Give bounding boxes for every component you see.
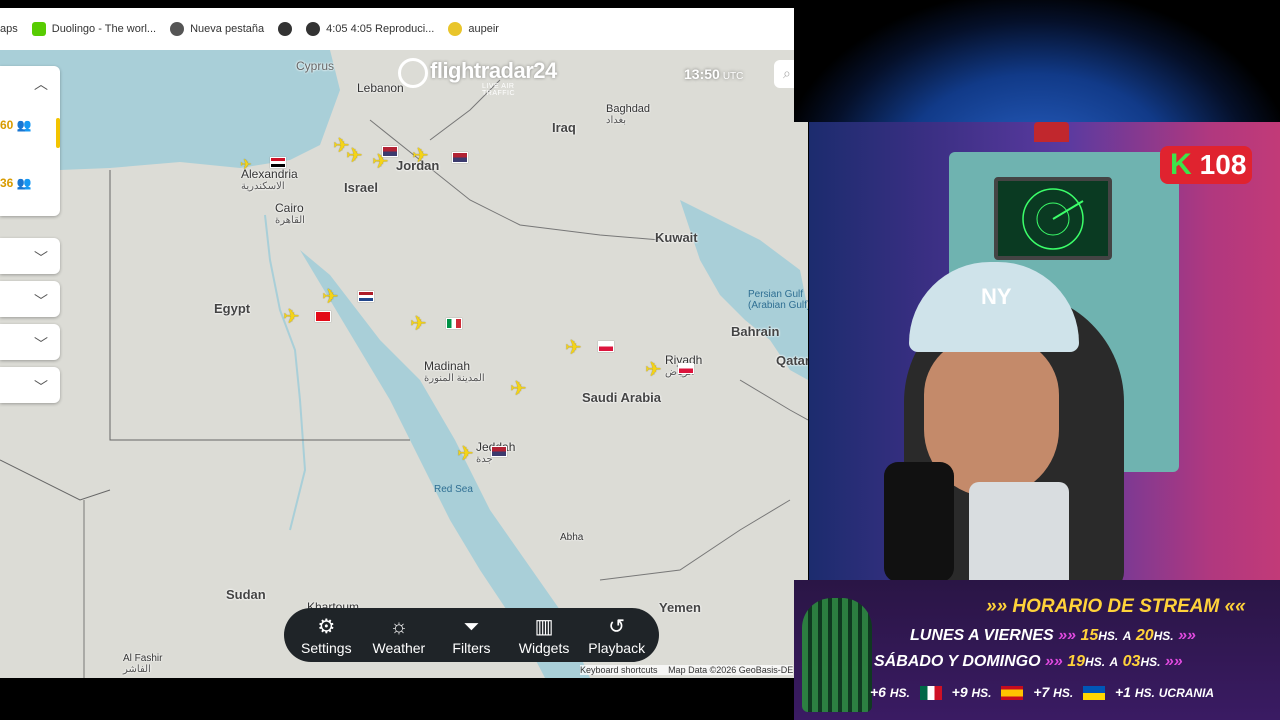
bookmark-new-tab[interactable]: Nueva pestaña	[170, 22, 264, 36]
microphone	[884, 462, 954, 580]
filters-button[interactable]: ⏷ Filters	[437, 614, 505, 656]
label-madinah: Madinah المدينة المنورة	[424, 359, 485, 384]
flight-list-panel: ︿ 60 👥 36 👥	[0, 66, 60, 216]
chrome-icon	[170, 22, 185, 36]
bookmark-aupeir[interactable]: aupeir	[448, 22, 499, 36]
plane-icon[interactable]: ✈	[240, 154, 252, 174]
label-qatar: Qatar	[776, 353, 808, 368]
label-saudi-arabia: Saudi Arabia	[582, 390, 661, 405]
duolingo-icon	[31, 22, 46, 36]
playback-button[interactable]: ↺ Playback	[583, 614, 651, 656]
plane-icon[interactable]: ✈	[346, 146, 363, 166]
globe-icon	[278, 22, 293, 36]
map-toolbar: ⚙ Settings ☼ Weather ⏷ Filters ▥ Widgets ↺ Pl…	[284, 608, 659, 662]
plane-icon[interactable]: ✈	[645, 360, 662, 380]
panel-section-1[interactable]: ﹀	[0, 238, 60, 274]
flag-egypt	[270, 157, 286, 168]
plane-icon[interactable]: ✈	[322, 287, 339, 307]
flag-poland	[678, 363, 694, 374]
label-bahrain: Bahrain	[731, 324, 780, 339]
bookmark-playback[interactable]: 4:05 4:05 Reproduci...	[306, 22, 434, 36]
trophy-decoration	[802, 598, 872, 712]
label-persian-gulf: Persian Gulf (Arabian Gulf)	[748, 289, 808, 311]
globe-icon	[306, 22, 321, 36]
label-cyprus: Cyprus	[296, 59, 335, 73]
bookmarks-bar: aps Duolingo - The worl... Nueva pestaña…	[0, 8, 794, 50]
widgets-icon: ▥	[534, 616, 554, 638]
flag-netherlands	[358, 291, 374, 302]
label-cairo: Cairo القاهرة	[275, 201, 305, 226]
bookmark-duolingo[interactable]: Duolingo - The worl...	[31, 22, 156, 36]
flightradar-logo[interactable]: flightradar24 LIVE AIR TRAFFIC	[398, 58, 557, 97]
plane-icon[interactable]: ✈	[565, 338, 582, 358]
panel-section-4[interactable]: ﹀	[0, 367, 60, 403]
plane-icon[interactable]: ✈	[410, 314, 427, 334]
map-attribution: Keyboard shortcuts Map Data ©2026 GeoBas…	[580, 665, 794, 675]
label-yemen: Yemen	[659, 600, 701, 615]
weather-button[interactable]: ☼ Weather	[365, 614, 433, 656]
tshirt	[969, 482, 1069, 580]
plane-icon[interactable]: ✈	[510, 379, 527, 399]
utc-clock: 13:50 UTC	[684, 66, 744, 82]
flight-map[interactable]: Cyprus Lebanon Baghdad بغداد Iraq Alexand…	[0, 50, 808, 678]
chevron-down-icon[interactable]: ﹀	[34, 291, 48, 311]
chevron-down-icon[interactable]: ﹀	[34, 377, 48, 397]
flight-count-2: 36 👥	[0, 176, 32, 190]
flag-usa	[382, 146, 398, 157]
chevron-up-icon[interactable]: ︿	[34, 74, 48, 94]
radar-screen	[994, 177, 1112, 260]
follower-badge: K 108	[1160, 146, 1252, 184]
flag-turkey	[315, 311, 331, 322]
plane-icon[interactable]: ✈	[412, 146, 429, 166]
label-kuwait: Kuwait	[655, 230, 698, 245]
bookmark-globe[interactable]	[278, 22, 298, 36]
flag-usa	[452, 152, 468, 163]
gear-icon: ⚙	[317, 616, 336, 638]
label-sudan: Sudan	[226, 587, 266, 602]
bookmark-apps[interactable]: aps	[0, 23, 18, 35]
aupeir-icon	[448, 22, 463, 36]
panel-section-2[interactable]: ﹀	[0, 281, 60, 317]
timezone-row: +6 HS. +9 HS. +7 HS. +1 HS. UCRANIA	[870, 684, 1215, 701]
flag-spain	[1001, 686, 1024, 701]
flag-usa	[491, 446, 507, 457]
banner-title: »» HORARIO DE STREAM ««	[986, 596, 1246, 617]
settings-button[interactable]: ⚙ Settings	[292, 614, 360, 656]
label-red-sea: Red Sea	[434, 484, 473, 495]
search-icon: ⌕	[783, 65, 791, 81]
schedule-weekend: SÁBADO Y DOMINGO »» 19HS. A 03HS. »»	[874, 653, 1183, 670]
history-icon: ↺	[608, 616, 626, 638]
chevron-down-icon[interactable]: ﹀	[34, 334, 48, 354]
label-lebanon: Lebanon	[357, 81, 404, 95]
beacon-light	[1034, 122, 1069, 142]
list-scrollbar[interactable]	[56, 118, 60, 148]
schedule-weekdays: LUNES A VIERNES »» 15HS. A 20HS. »»	[910, 627, 1196, 644]
label-egypt: Egypt	[214, 301, 251, 316]
flag-poland	[598, 341, 614, 352]
widgets-button[interactable]: ▥ Widgets	[510, 614, 578, 656]
filter-icon: ⏷	[463, 616, 480, 638]
plane-icon[interactable]: ✈	[283, 307, 300, 327]
label-iraq: Iraq	[552, 120, 576, 135]
radar-ring-icon	[398, 58, 428, 88]
flag-mexico	[919, 686, 942, 701]
panel-section-3[interactable]: ﹀	[0, 324, 60, 360]
plane-icon[interactable]: ✈	[457, 444, 474, 464]
label-abha: Abha	[560, 532, 584, 543]
weather-icon: ☼	[389, 616, 409, 638]
label-baghdad: Baghdad بغداد	[606, 103, 651, 126]
flag-ukraine	[1083, 686, 1106, 701]
label-israel: Israel	[344, 180, 378, 195]
kick-logo-icon: K	[1170, 148, 1192, 181]
webcam-feed: NY	[809, 122, 1280, 580]
keyboard-shortcuts-link[interactable]: Keyboard shortcuts	[580, 665, 658, 675]
label-al-fashir: Al Fashir الفاشر	[123, 653, 163, 675]
chevron-down-icon[interactable]: ﹀	[34, 248, 48, 268]
earth-background	[794, 0, 1280, 122]
flight-count-1: 60 👥	[0, 118, 32, 132]
flag-italy	[446, 318, 462, 329]
